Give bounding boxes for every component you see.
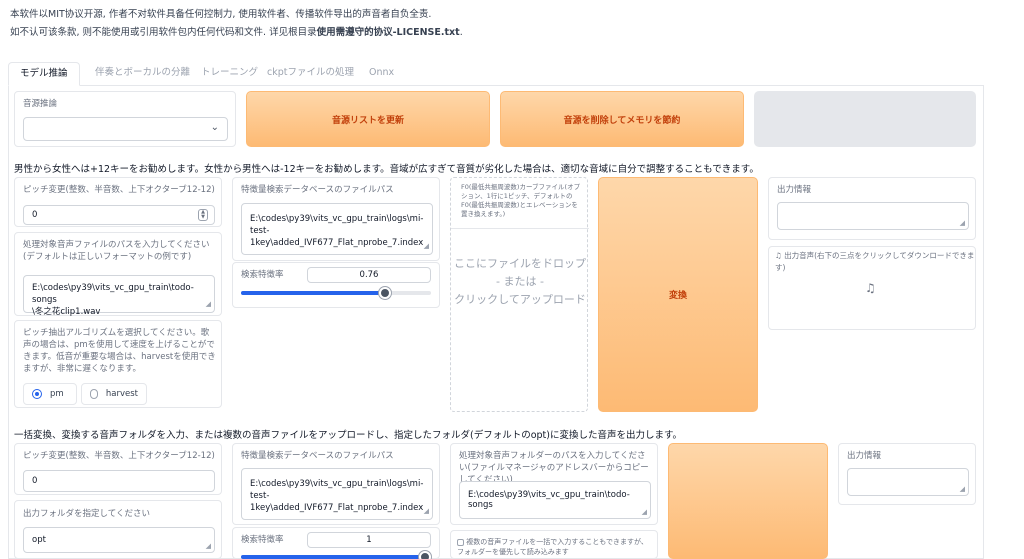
f0-file-label: F0(最低共振周波数)カーブファイル(オプション、1行に1ピッチ、デフォルトのF…	[461, 183, 581, 218]
input-path-label: 処理対象音声ファイルのパスを入力してください(デフォルトは正しいフォーマットの例…	[23, 240, 210, 262]
batch-outdir-card: 出力フォルダを指定してください opt ◢	[14, 500, 222, 559]
index-path-card: 特徴量検索データベースのファイルパス E:\codes\py39\vits_vc…	[232, 177, 440, 261]
output-info-label: 出力情報	[777, 185, 812, 195]
batch-outdir-label: 出力フォルダを指定してください	[23, 509, 150, 519]
radio-pm[interactable]: pm	[23, 383, 77, 405]
batch-outdir-input[interactable]: opt ◢	[23, 527, 215, 553]
license-notice-line1: 本软件以MIT协议开源, 作者不对软件具备任何控制力, 使用软件者、传播软件导出…	[10, 9, 432, 20]
click-upload-text: クリックしてアップロード	[454, 293, 586, 306]
batch-pitch-input[interactable]: 0	[23, 470, 215, 492]
radio-pm-label: pm	[50, 389, 64, 399]
resize-handle-icon[interactable]: ◢	[960, 219, 965, 227]
resize-handle-icon[interactable]: ◢	[206, 298, 211, 310]
status-box	[754, 91, 976, 147]
index-ratio-slider[interactable]	[241, 287, 431, 299]
chevron-down-icon: ⌄	[210, 122, 219, 133]
batch-pitch-card: ピッチ変更(整数、半音数、上下オクターブ12-12) 0	[14, 443, 222, 495]
pitch-label: ピッチ変更(整数、半音数、上下オクターブ12-12)	[23, 185, 215, 195]
batch-ratio-slider-thumb[interactable]	[419, 551, 431, 559]
batch-convert-button[interactable]	[668, 443, 828, 559]
batch-folder-value: E:\codes\py39\vits_vc_gpu_train\todo-son…	[468, 490, 630, 510]
file-icon	[457, 538, 464, 546]
f0-method-label: ピッチ抽出アルゴリズムを選択してください。歌声の場合は、pmを使用して速度を上げ…	[23, 328, 216, 374]
f0-file-upload[interactable]: F0(最低共振周波数)カーブファイル(オプション、1行に1ピッチ、デフォルトのF…	[450, 177, 589, 412]
music-note-icon: ♫	[775, 251, 782, 260]
voice-select-label: 音源推論	[23, 99, 58, 109]
license-text-end: .	[459, 27, 463, 38]
radio-harvest-label: harvest	[105, 389, 138, 399]
music-note-icon: ♫	[865, 281, 876, 295]
index-ratio-label: 検索特徴率	[241, 270, 284, 280]
resize-handle-icon[interactable]: ◢	[424, 240, 429, 252]
index-ratio-value: 0.76	[359, 270, 379, 280]
index-path-textarea[interactable]: E:\codes\py39\vits_vc_gpu_train\logs\mi-…	[241, 203, 433, 255]
batch-index-card: 特徴量検索データベースのファイルパス E:\codes\py39\vits_vc…	[232, 443, 440, 525]
unload-voice-button[interactable]: 音源を削除してメモリを節約	[500, 91, 744, 147]
input-path-value: E:\codes\py39\vits_vc_gpu_train\todo-son…	[32, 283, 194, 317]
index-path-label: 特徴量検索データベースのファイルパス	[241, 185, 394, 195]
batch-ratio-card: 検索特徴率 1	[232, 527, 440, 559]
batch-ratio-value: 1	[366, 535, 372, 545]
resize-handle-icon[interactable]: ◢	[642, 508, 647, 516]
output-audio-card: ♫ 出力音声(右下の三点をクリックしてダウンロードできます) ♫	[768, 246, 976, 330]
batch-index-textarea[interactable]: E:\codes\py39\vits_vc_gpu_train\logs\mi-…	[241, 468, 433, 520]
index-ratio-slider-thumb[interactable]	[379, 287, 392, 299]
voice-select-dropdown[interactable]: ⌄	[23, 117, 228, 141]
output-audio-label-text: 出力音声(右下の三点をクリックしてダウンロードできます)	[775, 251, 975, 272]
batch-output-info-textarea[interactable]: ◢	[847, 468, 969, 496]
batch-pitch-value: 0	[32, 476, 38, 486]
drop-or-text: - または -	[496, 275, 544, 288]
input-path-card: 処理対象音声ファイルのパスを入力してください(デフォルトは正しいフォーマットの例…	[14, 232, 222, 317]
batch-index-value: E:\codes\py39\vits_vc_gpu_train\logs\mi-…	[250, 479, 424, 513]
radio-selected-icon	[32, 389, 42, 399]
output-info-card: 出力情報 ◢	[768, 177, 976, 240]
index-ratio-number[interactable]: 0.76	[307, 267, 431, 283]
index-ratio-card: 検索特徴率 0.76	[232, 262, 440, 308]
resize-handle-icon[interactable]: ◢	[206, 542, 211, 550]
batch-output-info-label: 出力情報	[847, 451, 882, 461]
batch-file-upload[interactable]: 複数の音声ファイルを一括で入力することもできますが、フォルダーを優先して読み込み…	[450, 530, 658, 559]
batch-pitch-label: ピッチ変更(整数、半音数、上下オクターブ12-12)	[23, 451, 215, 461]
pitch-card: ピッチ変更(整数、半音数、上下オクターブ12-12) 0 ▲ ▼	[14, 177, 222, 227]
batch-ratio-slider[interactable]	[241, 551, 431, 559]
input-path-textarea[interactable]: E:\codes\py39\vits_vc_gpu_train\todo-son…	[23, 275, 215, 317]
pitch-hint-text: 男性から女性へは+12キーをお勧めします。女性から男性へは-12キーをお勧めしま…	[14, 164, 759, 175]
output-info-textarea[interactable]: ◢	[777, 202, 969, 230]
tab-ckpt-processing[interactable]: ckptファイルの処理	[256, 62, 365, 86]
batch-outdir-value: opt	[32, 535, 46, 545]
batch-upload-label-text: 複数の音声ファイルを一括で入力することもできますが、フォルダーを優先して読み込み…	[457, 538, 648, 556]
license-link: 使用需遵守的协议-LICENSE.txt	[316, 27, 460, 38]
batch-folder-card: 処理対象音声フォルダーのパスを入力してください(ファイルマネージャのアドレスバー…	[450, 443, 658, 525]
resize-handle-icon[interactable]: ◢	[960, 485, 965, 493]
index-path-value: E:\codes\py39\vits_vc_gpu_train\logs\mi-…	[250, 214, 424, 248]
batch-upload-label: 複数の音声ファイルを一括で入力することもできますが、フォルダーを優先して読み込み…	[457, 537, 653, 557]
pitch-input[interactable]: 0 ▲ ▼	[23, 205, 215, 225]
license-text: 如不认可该条款, 则不能使用或引用软件包内任何代码和文件. 详见根目录	[10, 27, 317, 38]
batch-index-label: 特徴量検索データベースのファイルパス	[241, 451, 394, 461]
stepper-icon[interactable]: ▲ ▼	[198, 209, 208, 221]
batch-ratio-slider-fill	[241, 555, 431, 559]
refresh-voice-list-button[interactable]: 音源リストを更新	[246, 91, 490, 147]
drop-text: ここにファイルをドロップ	[454, 257, 586, 270]
index-ratio-slider-fill	[241, 291, 386, 295]
tab-onnx[interactable]: Onnx	[358, 62, 405, 86]
voice-select-card: 音源推論 ⌄	[14, 91, 236, 147]
radio-harvest[interactable]: harvest	[81, 383, 147, 405]
resize-handle-icon[interactable]: ◢	[424, 505, 429, 517]
tab-model-inference[interactable]: モデル推論	[8, 62, 80, 86]
f0-method-card: ピッチ抽出アルゴリズムを選択してください。歌声の場合は、pmを使用して速度を上げ…	[14, 320, 222, 408]
license-notice-line2: 如不认可该条款, 则不能使用或引用软件包内任何代码和文件. 详见根目录使用需遵守…	[10, 24, 463, 38]
batch-ratio-number[interactable]: 1	[307, 532, 431, 548]
pitch-value: 0	[32, 210, 38, 220]
batch-folder-textarea[interactable]: E:\codes\py39\vits_vc_gpu_train\todo-son…	[459, 481, 651, 519]
batch-hint-text: 一括変換、変換する音声フォルダを入力、または複数の音声ファイルをアップロードし、…	[14, 430, 683, 441]
radio-unselected-icon	[90, 389, 98, 399]
batch-ratio-label: 検索特徴率	[241, 535, 284, 545]
tab-bar: モデル推論 伴奏とボーカルの分離 トレーニング ckptファイルの処理 Onnx	[8, 62, 984, 86]
convert-button[interactable]: 変換	[598, 177, 758, 412]
tab-vocal-separation[interactable]: 伴奏とボーカルの分離	[84, 62, 201, 86]
output-audio-label: ♫ 出力音声(右下の三点をクリックしてダウンロードできます)	[775, 250, 975, 274]
batch-output-info-card: 出力情報 ◢	[838, 443, 976, 505]
